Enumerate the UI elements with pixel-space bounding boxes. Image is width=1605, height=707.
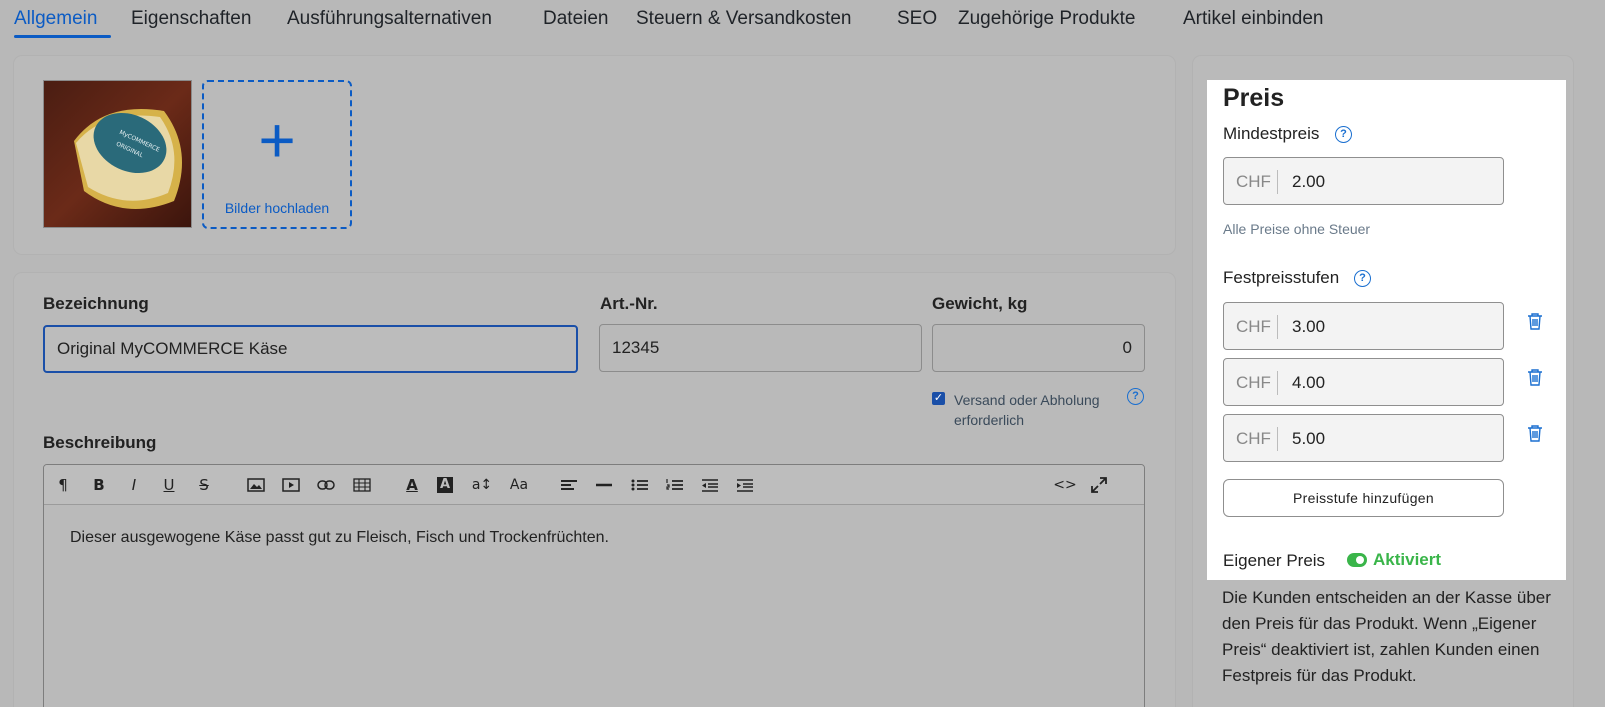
price-tier-input[interactable]: CHF 5.00 [1223,414,1504,462]
bold-icon[interactable]: B [88,475,110,495]
underline-icon[interactable]: U [158,475,180,495]
prices-without-tax-note: Alle Preise ohne Steuer [1223,221,1371,237]
fullscreen-icon[interactable] [1088,475,1110,495]
shipping-required-checkbox[interactable]: ✓ [932,392,945,405]
table-icon[interactable] [351,475,373,495]
paragraph-icon[interactable]: ¶ [52,475,74,495]
tab-seo[interactable]: SEO [897,8,937,30]
tab-artikel-einbinden[interactable]: Artikel einbinden [1183,8,1323,30]
shipping-required-label: Versand oder Abholung erforderlich [954,392,1100,428]
editor-toolbar: ¶ B I U S A A a↕ Aa <> [44,465,1144,505]
font-size-icon[interactable]: a↕ [471,475,493,495]
strikethrough-icon[interactable]: S [193,475,215,495]
own-price-label: Eigener Preis [1223,551,1326,570]
help-icon[interactable]: ? [1127,388,1144,405]
price-tier-value: 3.00 [1292,317,1326,336]
bullet-list-icon[interactable] [629,475,651,495]
outdent-icon[interactable] [699,475,721,495]
images-card: MyCOMMERCE ORIGINAL + Bilder hochladen [14,56,1175,254]
currency-label: CHF [1236,373,1271,392]
font-case-icon[interactable]: Aa [506,475,532,495]
own-price-toggle[interactable] [1347,553,1367,567]
active-tab-indicator [14,35,111,38]
numbered-list-icon[interactable] [664,475,686,495]
weight-label: Gewicht, kg [932,294,1028,313]
name-label: Bezeichnung [43,294,149,313]
background-color-icon[interactable]: A [437,477,453,493]
price-tier-input[interactable]: CHF 4.00 [1223,358,1504,406]
fixed-price-tiers-label: Festpreisstufen [1223,268,1340,287]
name-input[interactable]: Original MyCOMMERCE Käse [43,325,578,373]
upload-images-label: Bilder hochladen [224,200,330,216]
tab-allgemein[interactable]: Allgemein [14,8,97,30]
input-divider [1277,427,1278,451]
tab-steuern-versandkosten[interactable]: Steuern & Versandkosten [636,8,851,30]
currency-label: CHF [1236,429,1271,448]
align-left-icon[interactable] [558,475,580,495]
price-tier-value: 4.00 [1292,373,1326,392]
font-color-icon[interactable]: A [401,475,423,495]
delete-tier-icon[interactable] [1527,424,1543,442]
italic-icon[interactable]: I [123,475,145,495]
indent-icon[interactable] [734,475,756,495]
price-tier-value: 5.00 [1292,429,1326,448]
min-price-value: 2.00 [1292,172,1326,191]
input-divider [1277,371,1278,395]
delete-tier-icon[interactable] [1527,368,1543,386]
currency-label: CHF [1236,172,1271,191]
video-icon[interactable] [280,475,302,495]
description-label: Beschreibung [43,433,157,452]
description-editor: ¶ B I U S A A a↕ Aa <> Dieser ausgewogen… [43,464,1145,707]
tiers-help-icon[interactable]: ? [1354,270,1371,287]
own-price-description: Die Kunden entscheiden an der Kasse über… [1222,588,1551,685]
plus-icon: + [258,104,296,176]
delete-tier-icon[interactable] [1527,312,1543,330]
min-price-label: Mindestpreis [1223,124,1320,143]
source-code-icon[interactable]: <> [1052,475,1078,495]
tab-dateien[interactable]: Dateien [543,8,609,30]
product-details-card: Bezeichnung Original MyCOMMERCE Käse Art… [14,273,1175,707]
price-panel: Preis Mindestpreis ? CHF 2.00 Alle Preis… [1207,80,1566,580]
price-tier-input[interactable]: CHF 3.00 [1223,302,1504,350]
link-icon[interactable] [315,475,337,495]
input-divider [1277,315,1278,339]
description-text[interactable]: Dieser ausgewogene Käse passt gut zu Fle… [70,529,609,547]
image-icon[interactable] [245,475,267,495]
weight-input[interactable]: 0 [932,324,1145,372]
tab-eigenschaften[interactable]: Eigenschaften [131,8,251,30]
min-price-help-icon[interactable]: ? [1335,126,1352,143]
currency-label: CHF [1236,317,1271,336]
sku-label: Art.-Nr. [600,294,658,313]
horizontal-rule-icon[interactable] [593,475,615,495]
sku-input[interactable]: 12345 [599,324,922,372]
own-price-status: Aktiviert [1373,550,1442,569]
add-price-tier-button[interactable]: Preisstufe hinzufügen [1223,479,1504,517]
upload-images-button[interactable]: + Bilder hochladen [202,80,352,229]
price-title: Preis [1223,84,1285,112]
input-divider [1277,170,1278,194]
product-image-thumbnail[interactable]: MyCOMMERCE ORIGINAL [43,80,192,228]
tab-zugehoerige-produkte[interactable]: Zugehörige Produkte [958,8,1135,30]
tab-ausfuehrungsalternativen[interactable]: Ausführungsalternativen [287,8,492,30]
min-price-input[interactable]: CHF 2.00 [1223,157,1504,205]
tab-bar: Allgemein Eigenschaften Ausführungsalter… [0,0,1605,40]
